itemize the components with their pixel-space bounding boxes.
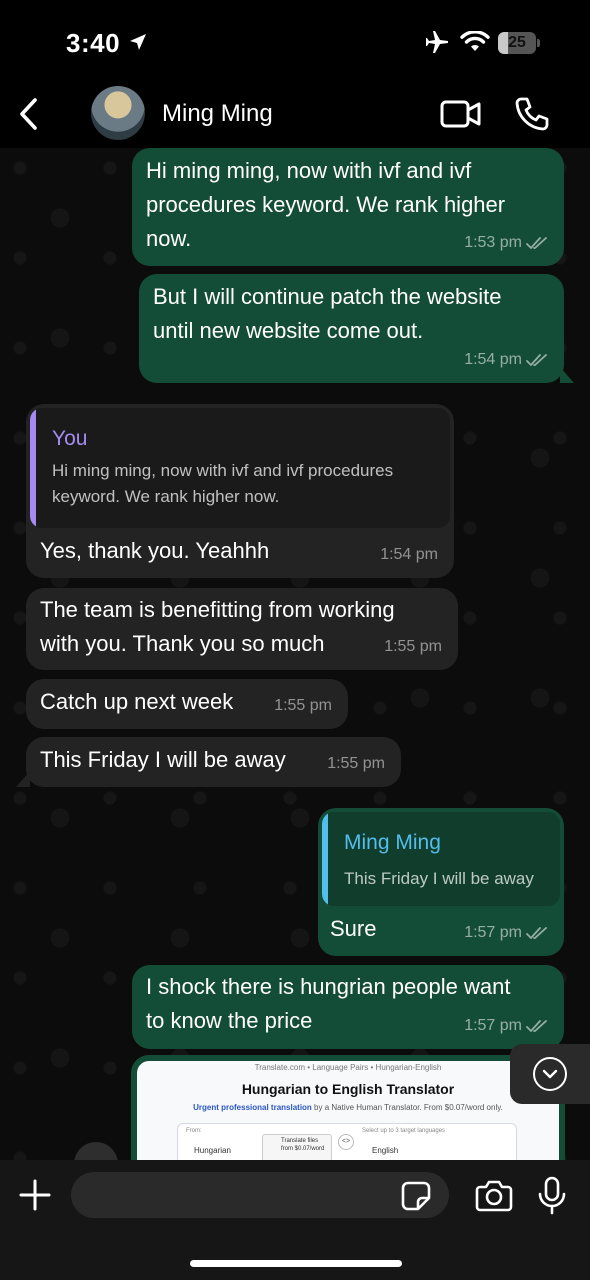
microphone-button[interactable] <box>536 1176 568 1216</box>
message-bubble-outgoing[interactable]: Ming Ming This Friday I will be away Sur… <box>318 808 564 956</box>
quote-text: This Friday I will be away <box>344 869 534 888</box>
image-subtitle: Urgent professional translation by a Nat… <box>137 1103 559 1112</box>
contact-name[interactable]: Ming Ming <box>162 100 273 128</box>
message-bubble-outgoing[interactable]: Hi ming ming, now with ivf and ivf proce… <box>132 148 564 266</box>
message-time: 1:54 pm <box>380 546 438 563</box>
message-bubble-incoming[interactable]: You Hi ming ming, now with ivf and ivf p… <box>26 404 454 578</box>
message-bubble-incoming[interactable]: This Friday I will be away 1:55 pm <box>26 737 401 787</box>
quoted-message[interactable]: You Hi ming ming, now with ivf and ivf p… <box>30 408 450 528</box>
message-time: 1:55 pm <box>274 697 332 714</box>
image-files-price: from $0.07/word <box>281 1146 325 1152</box>
message-meta: 1:57 pm <box>464 1009 548 1043</box>
message-text: But I will continue patch the website un… <box>153 284 502 343</box>
video-camera-icon <box>440 100 481 128</box>
image-preview[interactable]: Translate.com • Language Pairs • Hungari… <box>137 1061 559 1165</box>
image-subtitle-link: Urgent professional translation <box>193 1103 312 1112</box>
message-bubble-outgoing[interactable]: I shock there is hungrian people want to… <box>132 965 564 1049</box>
message-text: I shock there is hungrian people want to… <box>146 974 511 1033</box>
message-meta: 1:55 pm <box>384 630 442 664</box>
message-time: 1:57 pm <box>464 924 522 941</box>
message-meta: 1:55 pm <box>274 689 332 723</box>
back-button[interactable] <box>8 90 48 138</box>
image-translator-panel: From: Hungarian Translate files from $0.… <box>177 1123 517 1165</box>
camera-button[interactable] <box>474 1178 514 1214</box>
message-meta: 1:54 pm <box>464 343 548 377</box>
double-check-icon <box>526 1020 547 1033</box>
image-from-value: Hungarian <box>194 1146 231 1155</box>
scroll-to-bottom-button[interactable] <box>510 1044 590 1104</box>
message-meta: 1:54 pm <box>380 538 438 572</box>
image-breadcrumbs: Translate.com • Language Pairs • Hungari… <box>254 1063 442 1072</box>
airplane-icon <box>426 31 448 53</box>
quote-accent-bar <box>30 408 36 528</box>
message-time: 1:57 pm <box>464 1017 522 1034</box>
status-bar: 3:40 25 <box>0 0 590 80</box>
message-text: The team is benefitting from working wit… <box>40 597 395 656</box>
message-text: This Friday I will be away <box>40 747 286 772</box>
swap-icon: <> <box>338 1134 354 1150</box>
message-input[interactable] <box>71 1172 449 1218</box>
message-input-bar <box>0 1160 590 1280</box>
message-meta: 1:55 pm <box>327 747 385 781</box>
message-text: Sure <box>330 916 377 941</box>
attach-button[interactable] <box>16 1176 54 1214</box>
sticker-button[interactable] <box>400 1180 432 1212</box>
message-meta: 1:57 pm <box>464 916 548 950</box>
message-text: Yes, thank you. Yeahhh <box>40 538 270 563</box>
message-bubble-outgoing[interactable]: But I will continue patch the website un… <box>139 274 564 383</box>
image-to-label: Select up to 3 target languages <box>362 1128 446 1134</box>
double-check-icon <box>526 927 547 940</box>
quote-accent-bar <box>322 812 328 906</box>
camera-icon <box>475 1180 513 1212</box>
message-meta: 1:53 pm <box>464 226 548 260</box>
message-text: Hi ming ming, now with ivf and ivf proce… <box>146 158 506 251</box>
quoted-message[interactable]: Ming Ming This Friday I will be away <box>322 812 560 906</box>
wifi-icon <box>460 31 490 51</box>
phone-icon <box>515 97 549 131</box>
message-text: Catch up next week <box>40 689 234 714</box>
double-check-icon <box>526 354 547 367</box>
image-to-value: English <box>372 1146 399 1155</box>
message-time: 1:54 pm <box>464 351 522 368</box>
voice-call-button[interactable] <box>512 94 552 134</box>
message-time: 1:55 pm <box>384 638 442 655</box>
microphone-icon <box>538 1176 566 1215</box>
location-arrow-icon <box>130 34 146 50</box>
chevron-down-icon <box>533 1057 567 1091</box>
home-indicator <box>190 1260 402 1267</box>
image-message[interactable]: Translate.com • Language Pairs • Hungari… <box>131 1055 565 1165</box>
message-time: 1:53 pm <box>464 234 522 251</box>
battery-percent: 25 <box>508 34 526 51</box>
image-files-box: Translate files from $0.07/word <box>262 1134 332 1162</box>
battery-icon: 25 <box>498 32 540 54</box>
contact-avatar[interactable] <box>91 86 145 140</box>
sticker-icon <box>401 1181 431 1211</box>
double-check-icon <box>526 237 547 250</box>
message-bubble-incoming[interactable]: Catch up next week 1:55 pm <box>26 679 348 729</box>
video-call-button[interactable] <box>438 94 484 134</box>
message-time: 1:55 pm <box>327 755 385 772</box>
image-title: Hungarian to English Translator <box>241 1081 455 1097</box>
image-subtitle-rest: by a Native Human Translator. From $0.07… <box>311 1103 503 1112</box>
quote-text: Hi ming ming, now with ivf and ivf proce… <box>52 461 394 506</box>
image-files-label: Translate files <box>281 1138 319 1144</box>
chat-header: Ming Ming <box>0 80 590 148</box>
plus-icon <box>19 1179 51 1211</box>
quote-author: You <box>52 427 88 450</box>
image-from-label: From: <box>186 1128 202 1134</box>
message-bubble-incoming[interactable]: The team is benefitting from working wit… <box>26 588 458 670</box>
status-time: 3:40 <box>66 28 121 58</box>
quote-author: Ming Ming <box>344 831 441 854</box>
chevron-left-icon <box>20 98 37 130</box>
